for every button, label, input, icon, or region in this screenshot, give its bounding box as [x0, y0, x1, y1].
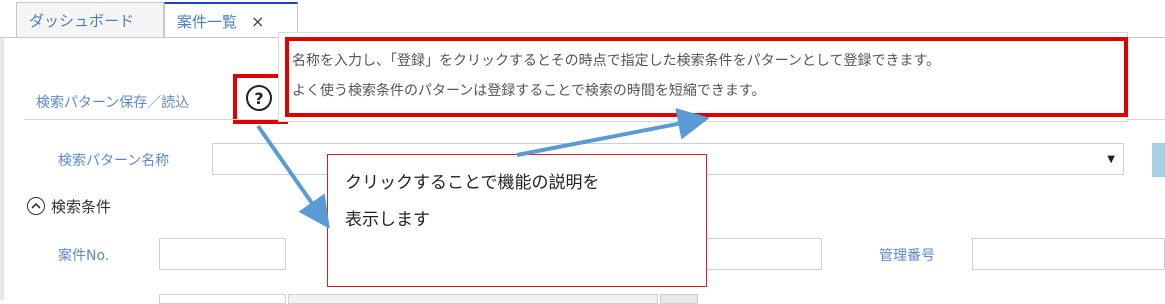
arrow-to-tooltip: [516, 108, 710, 157]
arrow-to-callout: [256, 124, 330, 229]
annotation-arrows: [256, 108, 710, 229]
